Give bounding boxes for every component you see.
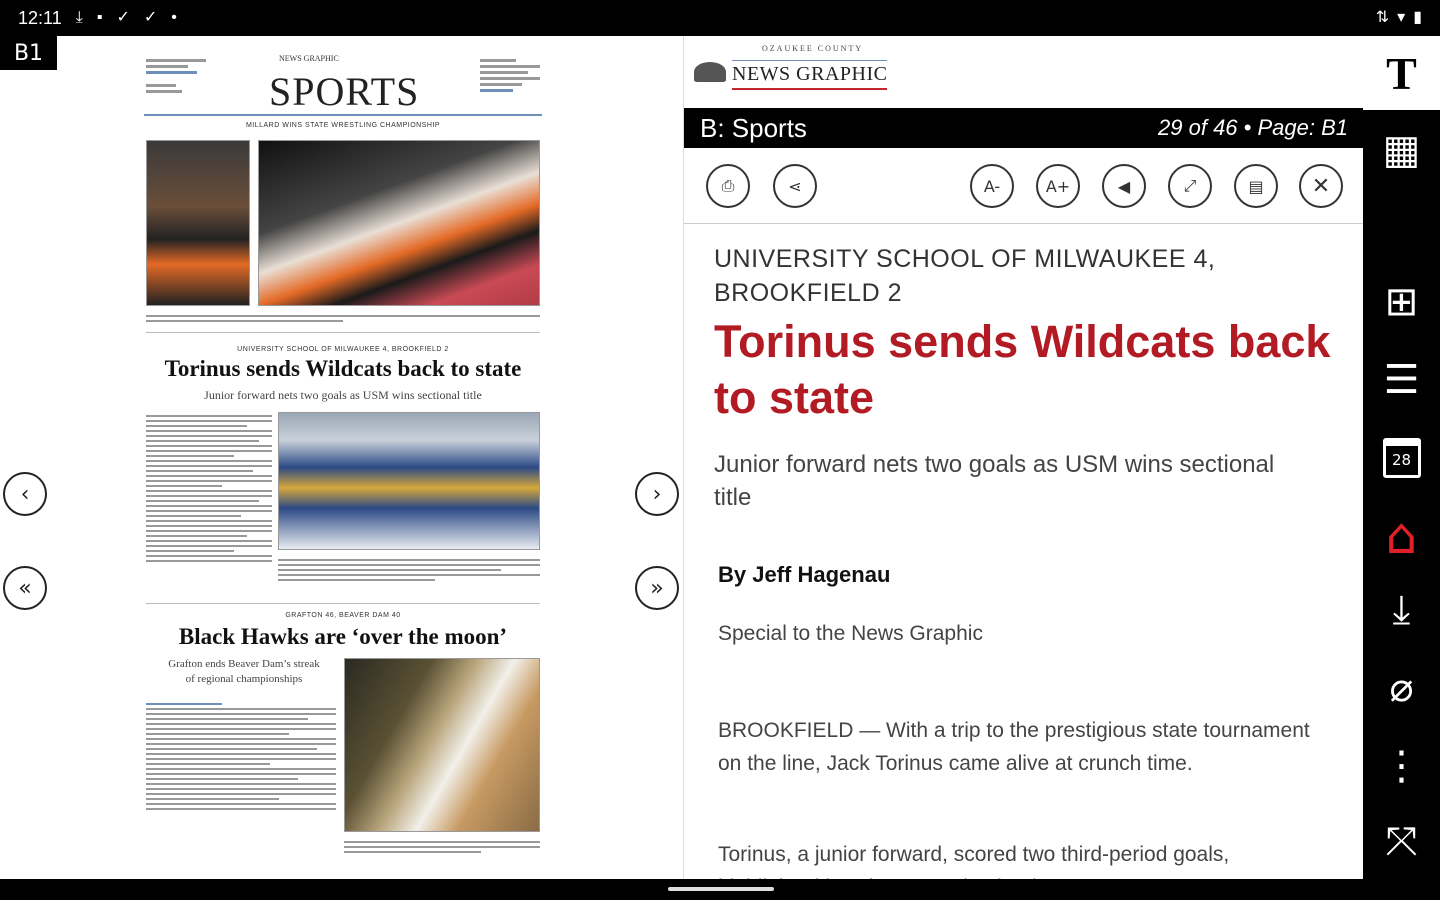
wrestling-photo-small[interactable]	[146, 140, 250, 306]
chevron-left-icon: ‹	[20, 481, 30, 507]
home-icon: ⌂	[1385, 507, 1418, 565]
section-title: B: Sports	[700, 112, 807, 143]
newspaper-section-title: SPORTS	[269, 69, 420, 114]
logo-name: NEWS GRAPHIC	[732, 60, 888, 90]
newspaper-masthead: NEWS GRAPHIC SPORTS	[144, 50, 542, 116]
calendar-day: 28	[1391, 451, 1412, 469]
article-byline: By Jeff Hagenau	[718, 562, 891, 587]
newspaper-layout-icon: ▦	[1382, 127, 1421, 173]
article-credit: Special to the News Graphic	[718, 622, 983, 645]
dot-icon: •	[171, 9, 177, 26]
next-page-button[interactable]: ›	[635, 472, 679, 516]
fullscreen-icon: ⤧	[1385, 819, 1418, 865]
audio-button[interactable]: ◀	[1102, 164, 1146, 208]
clip-button[interactable]: ⌀	[1363, 658, 1440, 718]
hockey-team-photo[interactable]	[278, 412, 540, 550]
newspaper-page[interactable]: NEWS GRAPHIC SPORTS MILLARD WINS STATE W…	[144, 50, 542, 874]
last-page-button[interactable]: »	[635, 566, 679, 610]
basketball-story-text[interactable]	[146, 700, 336, 813]
wifi-icon: ▾	[1397, 9, 1406, 26]
article-body[interactable]: UNIVERSITY SCHOOL OF MILWAUKEE 4, BROOKF…	[684, 224, 1364, 879]
print-icon: ⎙	[721, 176, 735, 195]
page-view-button[interactable]: ▤	[1234, 164, 1278, 208]
double-chevron-left-icon: «	[18, 575, 32, 601]
wrestling-photo-large[interactable]	[258, 140, 540, 306]
share-button[interactable]: ⋖	[773, 164, 817, 208]
article-position: 29 of 46 • Page: B1	[1158, 115, 1348, 140]
download-icon: ⤓	[1392, 587, 1411, 633]
previous-page-button[interactable]: ‹	[3, 472, 47, 516]
calendar-icon: 28	[1382, 438, 1421, 478]
close-button[interactable]: ✕	[1299, 164, 1343, 208]
section-bar: B: Sports 29 of 46 • Page: B1	[684, 108, 1364, 148]
page-view[interactable]: B1 NEWS GRAPHIC SPORTS MILLARD WINS STAT…	[0, 36, 683, 879]
expand-button[interactable]: ⤢	[1168, 164, 1212, 208]
check-icon: ✓	[116, 9, 130, 26]
newspaper-subhead-basketball-2: of regional championships	[185, 673, 303, 685]
close-icon: ✕	[1311, 173, 1331, 199]
newspaper-headline-basketball[interactable]: Black Hawks are ‘over the moon’	[144, 624, 542, 650]
logo-emblem-icon	[694, 62, 726, 82]
basketball-photo-caption	[344, 838, 540, 856]
wrestling-caption	[146, 312, 540, 325]
fullscreen-button[interactable]: ⤧	[1363, 812, 1440, 872]
font-larger-button[interactable]: A+	[1036, 164, 1080, 208]
logo-county: OZAUKEE COUNTY	[762, 44, 864, 53]
font-smaller-label: A-	[983, 176, 1001, 196]
masthead-right-info	[480, 56, 540, 95]
battery-icon: ▮	[1413, 9, 1422, 26]
newspaper-subhead-hockey: Junior forward nets two goals as USM win…	[204, 388, 482, 402]
basketball-photo[interactable]	[344, 658, 540, 832]
signal-icon: ⇅	[1375, 9, 1390, 26]
speaker-icon: ◀	[1117, 176, 1131, 196]
calendar-button[interactable]: 28	[1363, 428, 1440, 488]
article-paragraph-2: Torinus, a junior forward, scored two th…	[718, 843, 1230, 879]
article-paragraph-1: BROOKFIELD — With a trip to the prestigi…	[718, 719, 1310, 775]
article-headline: Torinus sends Wildcats back to state	[714, 316, 1331, 423]
hockey-story-text[interactable]	[146, 412, 272, 565]
page-badge: B1	[0, 36, 57, 70]
publication-logo[interactable]: OZAUKEE COUNTY NEWS GRAPHIC	[684, 36, 1364, 108]
font-smaller-button[interactable]: A-	[970, 164, 1014, 208]
home-gesture-handle[interactable]	[668, 887, 774, 891]
list-icon: ☰	[1383, 357, 1420, 403]
status-bar: 12:11 ⤓ ▪ ✓ ✓ • ⇅ ▾ ▮	[0, 0, 1440, 36]
newspaper-kicker-wrestling: MILLARD WINS STATE WRESTLING CHAMPIONSHI…	[245, 122, 441, 129]
download-button[interactable]: ⤓	[1363, 580, 1440, 640]
image-icon: ▪	[96, 9, 103, 26]
hockey-photo-caption	[278, 556, 540, 584]
more-options-button[interactable]: ⋮	[1363, 736, 1440, 796]
first-page-button[interactable]: «	[3, 566, 47, 610]
newspaper-subhead-basketball-1: Grafton ends Beaver Dam’s streak	[168, 658, 320, 670]
newspaper-headline-hockey[interactable]: Torinus sends Wildcats back to state	[144, 356, 542, 382]
print-button[interactable]: ⎙	[706, 164, 750, 208]
more-vert-icon: ⋮	[1381, 743, 1422, 789]
expand-icon: ⤢	[1183, 176, 1197, 195]
done-all-icon: ✓	[143, 9, 158, 26]
article-dek: Junior forward nets two goals as USM win…	[714, 451, 1275, 511]
paperclip-icon: ⌀	[1389, 665, 1414, 711]
download-icon: ⤓	[75, 9, 83, 26]
chevron-right-icon: ›	[652, 481, 662, 507]
page-view-icon: ▤	[1248, 176, 1264, 196]
home-button[interactable]: ⌂	[1363, 506, 1440, 566]
double-chevron-right-icon: »	[650, 575, 664, 601]
grid-view-button[interactable]: ⊞	[1363, 272, 1440, 332]
page-layout-button[interactable]: ▦	[1363, 120, 1440, 180]
share-icon: ⋖	[788, 176, 802, 196]
newspaper-brand: NEWS GRAPHIC	[279, 54, 339, 63]
grid-icon: ⊞	[1384, 279, 1419, 325]
side-rail: T ▦ ⊞ ☰ 28 ⌂ ⤓ ⌀ ⋮ ⤧	[1363, 36, 1440, 879]
masthead-left-info	[146, 56, 206, 96]
clock: 12:11	[18, 7, 62, 28]
article-reader: OZAUKEE COUNTY NEWS GRAPHIC B: Sports 29…	[683, 36, 1364, 879]
article-kicker: UNIVERSITY SCHOOL OF MILWAUKEE 4, BROOKF…	[714, 245, 1216, 307]
article-toolbar: ⎙ ⋖ A- A+ ◀ ⤢ ▤ ✕	[684, 148, 1364, 224]
list-view-button[interactable]: ☰	[1363, 350, 1440, 410]
text-view-label: T	[1386, 47, 1417, 99]
text-view-button[interactable]: T	[1363, 36, 1440, 110]
font-larger-label: A+	[1045, 176, 1071, 196]
newspaper-kicker-hockey: UNIVERSITY SCHOOL OF MILWAUKEE 4, BROOKF…	[237, 346, 449, 353]
newspaper-kicker-basketball: GRAFTON 46, BEAVER DAM 40	[285, 612, 401, 619]
